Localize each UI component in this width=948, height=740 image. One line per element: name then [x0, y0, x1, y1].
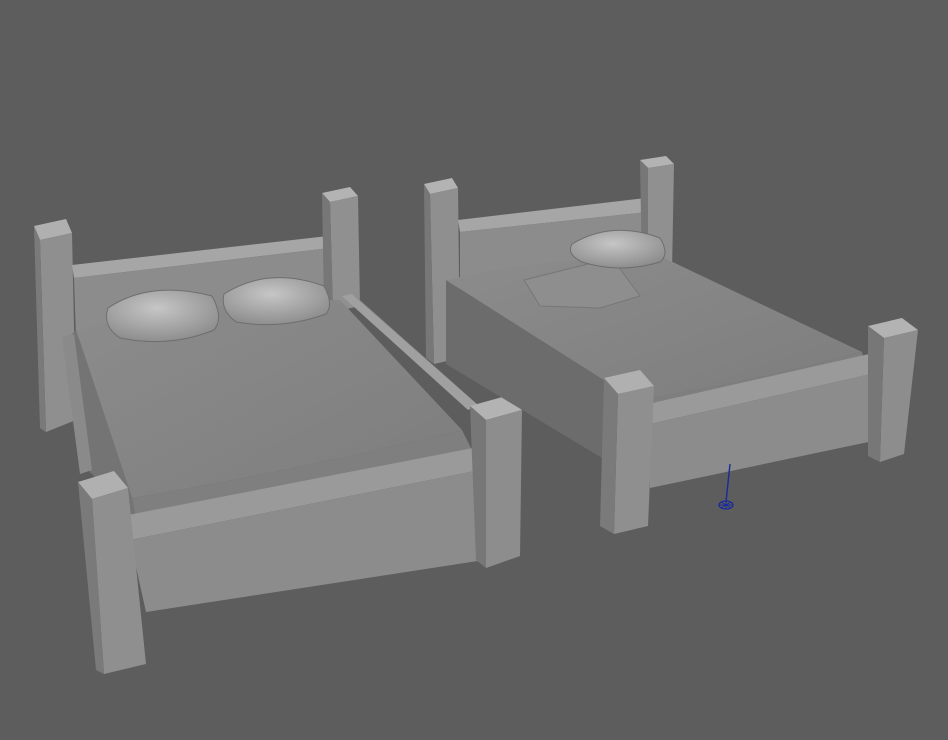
viewport-canvas[interactable]	[0, 0, 948, 740]
footpost-left-2	[600, 370, 654, 534]
3d-viewport[interactable]	[0, 0, 948, 740]
footpost-right-2	[868, 318, 918, 462]
headboard-post-left	[34, 219, 76, 432]
footpost-right	[470, 396, 522, 568]
